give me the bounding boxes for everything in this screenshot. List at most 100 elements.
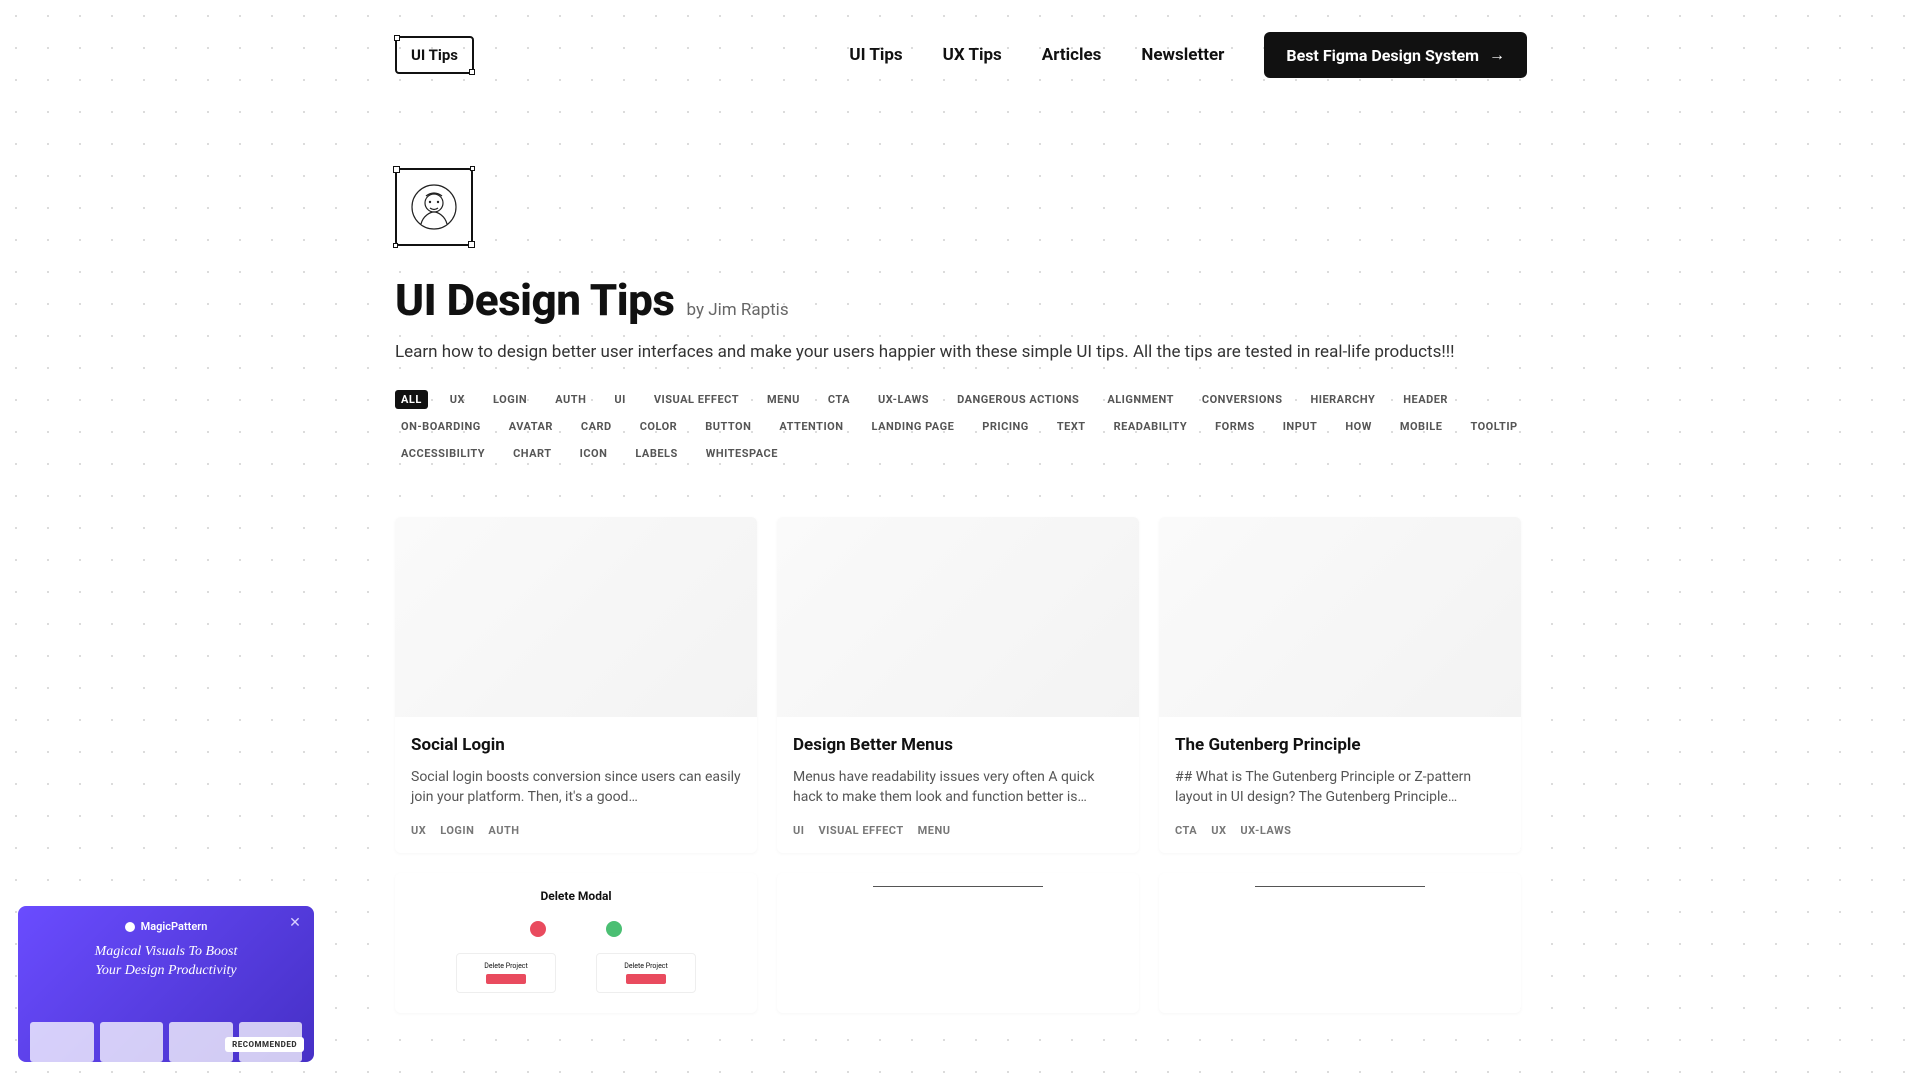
- check-circle-icon: [606, 921, 622, 937]
- article-card[interactable]: Design Better Menus Menus have readabilit…: [777, 517, 1139, 853]
- cross-circle-icon: [530, 921, 546, 937]
- nav-newsletter[interactable]: Newsletter: [1141, 45, 1224, 65]
- card-description: Menus have readability issues very often…: [793, 767, 1123, 808]
- card-tags: CTA UX UX-LAWS: [1175, 824, 1505, 837]
- status-icons-row: [395, 921, 757, 937]
- cards-grid: Social Login Social login boosts conversi…: [395, 517, 1527, 853]
- card-description: Social login boosts conversion since use…: [411, 767, 741, 808]
- filter-tag-mobile[interactable]: MOBILE: [1394, 417, 1449, 436]
- filter-tag-on-boarding[interactable]: ON-BOARDING: [395, 417, 487, 436]
- brand-dot-icon: [125, 922, 135, 932]
- card-body: Social Login Social login boosts conversi…: [395, 717, 757, 853]
- promo-thumb: [30, 1022, 94, 1062]
- card-tag[interactable]: VISUAL EFFECT: [818, 824, 903, 837]
- close-icon[interactable]: ✕: [286, 914, 304, 932]
- filter-tag-all[interactable]: ALL: [395, 390, 428, 409]
- author-avatar-frame: [395, 168, 473, 246]
- filter-tag-chart[interactable]: CHART: [507, 444, 558, 463]
- promo-slogan: Magical Visuals To Boost Your Design Pro…: [34, 943, 298, 981]
- promo-thumb: [100, 1022, 164, 1062]
- modal-example-good: Delete Project: [596, 953, 696, 993]
- card-thumbnail: [777, 517, 1139, 717]
- filter-tag-visual-effect[interactable]: VISUAL EFFECT: [648, 390, 745, 409]
- filter-tag-labels[interactable]: LABELS: [629, 444, 683, 463]
- promo-thumb: [169, 1022, 233, 1062]
- filter-tag-menu[interactable]: MENU: [761, 390, 806, 409]
- filter-tag-ux[interactable]: UX: [444, 390, 471, 409]
- filter-tag-input[interactable]: INPUT: [1277, 417, 1324, 436]
- main-content: UI Design Tips by Jim Raptis Learn how t…: [0, 78, 1920, 1013]
- promo-slogan-line: Magical Visuals To Boost: [34, 943, 298, 962]
- card-tag[interactable]: UX: [411, 824, 426, 837]
- main-nav: UI Tips UX Tips Articles Newsletter Best…: [849, 32, 1527, 78]
- filter-tag-color[interactable]: COLOR: [634, 417, 684, 436]
- filter-tag-alignment[interactable]: ALIGNMENT: [1101, 390, 1180, 409]
- filter-tag-button[interactable]: BUTTON: [699, 417, 757, 436]
- card-placeholder[interactable]: [777, 873, 1139, 1013]
- filter-tag-dangerous-actions[interactable]: DANGEROUS ACTIONS: [951, 390, 1085, 409]
- cta-label: Best Figma Design System: [1286, 46, 1479, 65]
- cards-grid-row2: Delete Modal Delete Project Delete Proje…: [395, 873, 1527, 1013]
- card-tags: UI VISUAL EFFECT MENU: [793, 824, 1123, 837]
- divider-line: [1255, 886, 1425, 887]
- card-title: Social Login: [411, 735, 741, 755]
- filter-tag-ui[interactable]: UI: [608, 390, 631, 409]
- filter-tag-how[interactable]: HOW: [1339, 417, 1377, 436]
- divider-line: [873, 886, 1043, 887]
- filter-tag-readability[interactable]: READABILITY: [1108, 417, 1194, 436]
- article-card[interactable]: The Gutenberg Principle## What is The Gu…: [1159, 517, 1521, 853]
- nav-ux-tips[interactable]: UX Tips: [943, 45, 1002, 65]
- modal-example-bad: Delete Project: [456, 953, 556, 993]
- filter-tag-card[interactable]: CARD: [575, 417, 618, 436]
- recommended-badge: RECOMMENDED: [225, 1037, 304, 1052]
- arrow-right-icon: →: [1489, 45, 1505, 65]
- promo-widget[interactable]: ✕ MagicPattern Magical Visuals To Boost …: [18, 906, 314, 1062]
- filter-tag-icon[interactable]: ICON: [574, 444, 614, 463]
- card-body: Design Better Menus Menus have readabilit…: [777, 717, 1139, 853]
- filter-tag-text[interactable]: TEXT: [1051, 417, 1092, 436]
- card-tag[interactable]: MENU: [918, 824, 951, 837]
- delete-pill-icon: [486, 974, 526, 984]
- filter-tag-whitespace[interactable]: WHITESPACE: [700, 444, 784, 463]
- filter-tag-tooltip[interactable]: TOOLTIP: [1464, 417, 1523, 436]
- card-tag[interactable]: AUTH: [488, 824, 519, 837]
- page-subtitle: Learn how to design better user interfac…: [395, 342, 1527, 362]
- modal-example-label: Delete Project: [484, 962, 528, 970]
- filter-tag-cta[interactable]: CTA: [822, 390, 856, 409]
- filter-tag-ux-laws[interactable]: UX-LAWS: [872, 390, 935, 409]
- filter-tag-conversions[interactable]: CONVERSIONS: [1196, 390, 1289, 409]
- byline: by Jim Raptis: [687, 300, 789, 320]
- cta-figma-button[interactable]: Best Figma Design System →: [1264, 32, 1527, 78]
- card-title: Delete Modal: [395, 873, 757, 913]
- filter-tag-forms[interactable]: FORMS: [1209, 417, 1261, 436]
- filter-tag-landing-page[interactable]: LANDING PAGE: [866, 417, 961, 436]
- card-tag[interactable]: CTA: [1175, 824, 1197, 837]
- filter-tag-auth[interactable]: AUTH: [549, 390, 592, 409]
- card-tag[interactable]: UI: [793, 824, 804, 837]
- filter-tag-login[interactable]: LOGIN: [487, 390, 533, 409]
- modal-example-label: Delete Project: [624, 962, 668, 970]
- filter-tag-accessibility[interactable]: ACCESSIBILITY: [395, 444, 491, 463]
- logo[interactable]: UI Tips: [395, 36, 474, 74]
- filter-tag-hierarchy[interactable]: HIERARCHY: [1304, 390, 1381, 409]
- card-delete-modal[interactable]: Delete Modal Delete Project Delete Proje…: [395, 873, 757, 1013]
- modal-examples-row: Delete Project Delete Project: [395, 953, 757, 993]
- filter-tag-header[interactable]: HEADER: [1397, 390, 1454, 409]
- card-tags: UX LOGIN AUTH: [411, 824, 741, 837]
- delete-pill-icon: [626, 974, 666, 984]
- card-tag[interactable]: LOGIN: [440, 824, 474, 837]
- card-tag[interactable]: UX-LAWS: [1240, 824, 1291, 837]
- page-title: UI Design Tips: [395, 274, 675, 326]
- card-tag[interactable]: UX: [1211, 824, 1226, 837]
- card-title: Design Better Menus: [793, 735, 1123, 755]
- filter-tag-pricing[interactable]: PRICING: [976, 417, 1035, 436]
- title-row: UI Design Tips by Jim Raptis: [395, 274, 1527, 326]
- nav-ui-tips[interactable]: UI Tips: [849, 45, 902, 65]
- promo-slogan-line: Your Design Productivity: [34, 962, 298, 981]
- filter-tag-avatar[interactable]: AVATAR: [503, 417, 559, 436]
- nav-articles[interactable]: Articles: [1042, 45, 1102, 65]
- card-placeholder[interactable]: [1159, 873, 1521, 1013]
- site-header: UI Tips UI Tips UX Tips Articles Newslet…: [0, 0, 1920, 78]
- filter-tag-attention[interactable]: ATTENTION: [773, 417, 849, 436]
- article-card[interactable]: Social Login Social login boosts conversi…: [395, 517, 757, 853]
